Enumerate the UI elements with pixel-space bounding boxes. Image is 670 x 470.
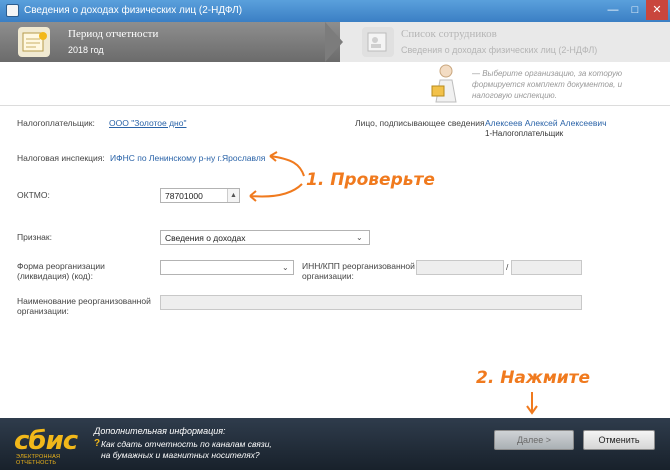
wizard-steps: Период отчетности 2018 год Список сотруд… [0, 22, 670, 62]
chevron-down-icon[interactable]: ⌄ [356, 233, 363, 242]
step-arrow [325, 22, 343, 62]
minimize-button[interactable]: — [602, 0, 624, 20]
oktmo-spin-icon[interactable]: ▲ [227, 189, 239, 202]
sbis-logo: сбис ЭЛЕКТРОННАЯ ОТЧЕТНОСТЬ [14, 426, 78, 466]
taxpayer-label: Налогоплательщик: [17, 118, 95, 128]
reorg-form-label-2: (ликвидация) (код): [17, 271, 93, 281]
sign-label: Признак: [17, 232, 52, 242]
hint-text: — Выберите организацию, за которую форми… [472, 69, 623, 100]
annotation-check: 1. Проверьте [306, 170, 435, 190]
employees-icon [362, 27, 394, 57]
signer-label: Лицо, подписывающее сведения [355, 118, 485, 128]
chevron-down-icon[interactable]: ⌄ [282, 263, 289, 272]
info-link-continued[interactable]: на бумажных и магнитных носителях? [101, 450, 260, 460]
step-employees-subtitle: Сведения о доходах физических лиц (2-НДФ… [401, 45, 598, 55]
reorg-name-field [160, 295, 582, 310]
taxpayer-link[interactable]: ООО "Золотое дно" [109, 118, 187, 128]
next-button[interactable]: Далее > [494, 430, 574, 450]
reorg-form-select[interactable] [160, 260, 294, 275]
reorg-form-label-1: Форма реорганизации [17, 261, 105, 271]
step-period-title: Период отчетности [68, 28, 159, 40]
question-icon: ? [94, 438, 101, 449]
close-button[interactable]: ✕ [646, 0, 668, 20]
hint-panel: — Выберите организацию, за которую форми… [0, 62, 670, 106]
sign-select[interactable]: Сведения о доходах [160, 230, 370, 245]
inn-kpp-separator: / [506, 262, 509, 272]
cancel-button[interactable]: Отменить [583, 430, 655, 450]
inn-field [416, 260, 504, 275]
reorg-name-label-1: Наименование реорганизованной [17, 296, 151, 306]
inn-kpp-label-2: организации: [302, 271, 354, 281]
step-period[interactable]: Период отчетности 2018 год [0, 22, 340, 62]
annotation-press: 2. Нажмите [476, 368, 591, 388]
step-period-subtitle: 2018 год [68, 45, 104, 55]
info-link[interactable]: Как сдать отчетность по каналам связи, [101, 439, 272, 449]
inspection-label: Налоговая инспекция: [17, 153, 105, 163]
inspection-link[interactable]: ИФНС по Ленинскому р-ну г.Ярославля [110, 153, 265, 163]
reorg-name-label-2: организации: [17, 306, 69, 316]
arrow-down-icon [526, 392, 538, 415]
arrow-to-oktmo-icon [249, 183, 303, 202]
oktmo-label: ОКТМО: [17, 190, 50, 200]
kpp-field [511, 260, 582, 275]
arrow-to-inspection-icon [269, 151, 305, 177]
signer-role: 1-Налогоплательщик [485, 129, 564, 138]
window-title: Сведения о доходах физических лиц (2-НДФ… [24, 5, 243, 16]
step-employees-title[interactable]: Список сотрудников [401, 28, 497, 40]
inn-kpp-label-1: ИНН/КПП реорганизованной [302, 261, 415, 271]
window-titlebar: Сведения о доходах физических лиц (2-НДФ… [0, 0, 670, 22]
info-title: Дополнительная информация: [94, 426, 226, 436]
assistant-figure-icon [428, 62, 462, 104]
signer-link[interactable]: Алексеев Алексей Алексеевич [485, 118, 607, 128]
maximize-button[interactable]: □ [624, 0, 646, 20]
app-icon [6, 4, 19, 17]
calendar-icon [18, 27, 50, 57]
